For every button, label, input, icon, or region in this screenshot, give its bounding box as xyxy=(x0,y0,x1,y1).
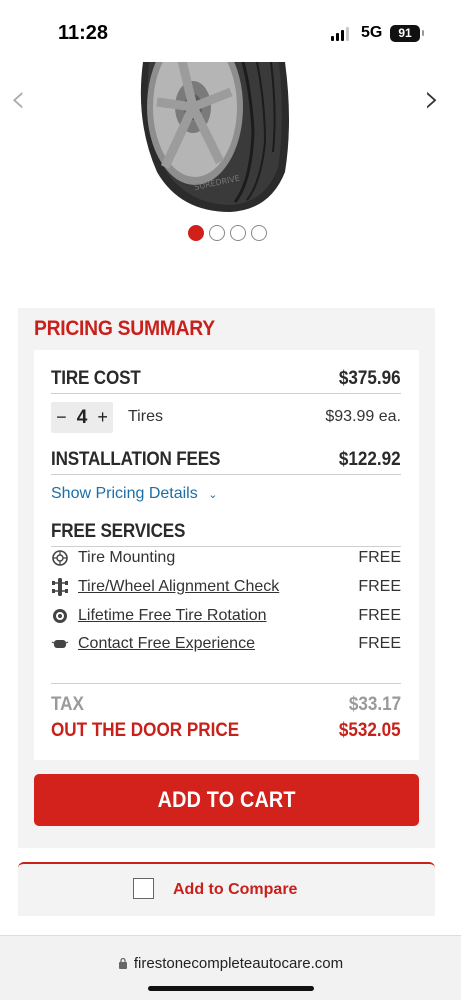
network-type: 5G xyxy=(361,24,383,41)
installation-row: INSTALLATION FEES $122.92 xyxy=(51,449,401,471)
service-row: Tire Mounting FREE xyxy=(51,549,401,567)
add-to-cart-label: ADD TO CART xyxy=(157,787,296,812)
divider xyxy=(51,683,401,684)
increment-button[interactable]: + xyxy=(97,407,108,428)
service-price: FREE xyxy=(358,607,401,624)
tire-cost-row: TIRE COST $375.96 xyxy=(51,368,401,390)
free-services-row: FREE SERVICES xyxy=(51,521,401,543)
carousel-dot[interactable] xyxy=(209,225,225,241)
show-pricing-details-link[interactable]: Show Pricing Details ⌄ xyxy=(51,485,217,503)
installation-label: INSTALLATION FEES xyxy=(51,449,221,470)
divider xyxy=(51,546,401,547)
alignment-check-link[interactable]: Tire/Wheel Alignment Check xyxy=(78,578,358,596)
home-indicator xyxy=(148,986,314,991)
tire-icon xyxy=(51,549,69,567)
quantity-value: 4 xyxy=(76,406,88,428)
chevron-right-icon[interactable]: › xyxy=(424,76,440,122)
compare-checkbox[interactable] xyxy=(133,878,154,899)
battery-icon: 91 xyxy=(390,25,424,42)
url-text: firestonecompleteautocare.com xyxy=(133,955,344,972)
add-to-cart-button[interactable]: ADD TO CART xyxy=(34,774,419,826)
pricing-summary-panel: PRICING SUMMARY TIRE COST $375.96 − 4 + … xyxy=(18,308,435,848)
tire-cost-label: TIRE COST xyxy=(51,368,141,389)
out-the-door-value: $532.05 xyxy=(339,720,401,741)
decrement-button[interactable]: − xyxy=(56,407,67,428)
divider xyxy=(51,474,401,475)
carousel-dot[interactable] xyxy=(251,225,267,241)
add-to-compare-label[interactable]: Add to Compare xyxy=(173,881,297,899)
product-image-carousel: ‹ SUREDRIVE › xyxy=(0,62,461,252)
tire-rotation-link[interactable]: Lifetime Free Tire Rotation xyxy=(78,607,358,625)
chevron-left-icon[interactable]: ‹ xyxy=(10,76,26,122)
out-the-door-row: OUT THE DOOR PRICE $532.05 xyxy=(51,720,401,742)
show-pricing-details-label: Show Pricing Details xyxy=(51,485,198,502)
tire-rotation-icon xyxy=(51,607,69,625)
contact-free-icon xyxy=(51,635,69,653)
pricing-card: TIRE COST $375.96 − 4 + Tires $93.99 ea.… xyxy=(34,350,419,760)
service-price: FREE xyxy=(358,578,401,595)
quantity-stepper[interactable]: − 4 + xyxy=(51,402,113,433)
carousel-dot[interactable] xyxy=(188,225,204,241)
signal-icon xyxy=(331,27,349,41)
pricing-summary-title: PRICING SUMMARY xyxy=(34,317,215,340)
tires-label: Tires xyxy=(128,408,163,425)
price-each: $93.99 ea. xyxy=(325,408,401,425)
tire-image: SUREDRIVE xyxy=(140,62,289,212)
tax-value: $33.17 xyxy=(348,694,401,715)
free-services-label: FREE SERVICES xyxy=(51,521,186,542)
tax-label: TAX xyxy=(51,694,84,715)
alignment-icon xyxy=(51,578,69,596)
status-bar: 11:28 5G 91 xyxy=(0,0,461,62)
out-the-door-label: OUT THE DOOR PRICE xyxy=(51,720,240,741)
chevron-down-icon: ⌄ xyxy=(208,489,218,501)
url-display[interactable]: firestonecompleteautocare.com xyxy=(0,955,461,973)
browser-url-bar[interactable]: firestonecompleteautocare.com xyxy=(0,935,461,1000)
tax-row: TAX $33.17 xyxy=(51,694,401,716)
service-row: Tire/Wheel Alignment Check FREE xyxy=(51,578,401,596)
service-price: FREE xyxy=(358,549,401,566)
tire-cost-value: $375.96 xyxy=(339,368,401,389)
service-price: FREE xyxy=(358,635,401,652)
contact-free-link[interactable]: Contact Free Experience xyxy=(78,635,358,653)
lock-icon xyxy=(118,956,128,973)
service-row: Contact Free Experience FREE xyxy=(51,635,401,653)
service-name: Tire Mounting xyxy=(78,549,176,566)
service-row: Lifetime Free Tire Rotation FREE xyxy=(51,607,401,625)
carousel-dots xyxy=(188,225,267,241)
compare-bar: Add to Compare xyxy=(18,862,435,916)
divider xyxy=(51,393,401,394)
installation-value: $122.92 xyxy=(339,449,401,470)
carousel-dot[interactable] xyxy=(230,225,246,241)
clock: 11:28 xyxy=(58,22,109,44)
